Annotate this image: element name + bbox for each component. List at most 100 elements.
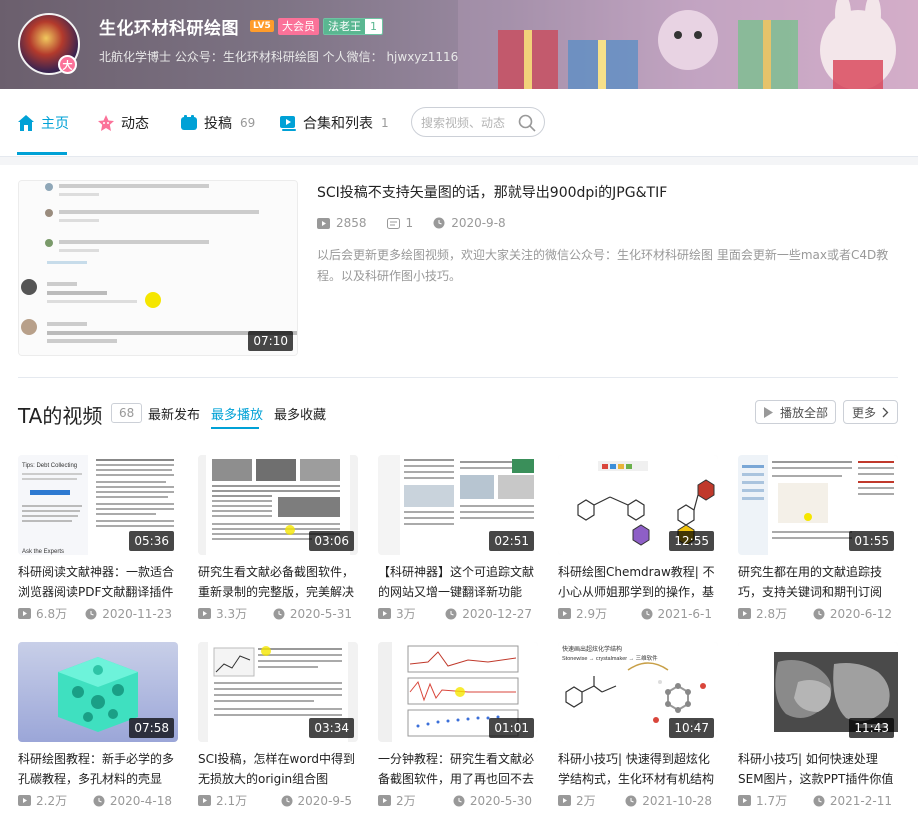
video-title[interactable]: 科研小技巧| 如何快速处理SEM图片，这款PPT插件你值: [738, 749, 898, 789]
play-count: 3万: [378, 605, 416, 622]
video-title[interactable]: 科研阅读文献神器：一款适合浏览器阅读PDF文献翻译插件: [18, 562, 178, 602]
profile-nav: 主页 动态 投稿 69 合集和列表 1 搜索视频、动态: [0, 89, 918, 157]
search-input[interactable]: 搜索视频、动态: [421, 114, 505, 131]
video-thumbnail[interactable]: 03:34: [198, 642, 358, 742]
video-title[interactable]: 科研小技巧| 快速得到超炫化学结构式，生化环材有机结构: [558, 749, 718, 789]
play-all-button[interactable]: 播放全部: [755, 400, 836, 424]
play-icon: [198, 795, 211, 806]
tab-upload-count: 69: [240, 116, 256, 130]
order-most-played[interactable]: 最多播放: [211, 404, 263, 423]
video-duration: 02:51: [489, 531, 534, 551]
video-thumbnail[interactable]: Tips: Debt Collecting Ask the Experts 05…: [18, 455, 178, 555]
thumb-heading: Tips: Debt Collecting: [22, 463, 77, 469]
medal-level: 1: [365, 19, 382, 34]
clock-icon: [273, 608, 285, 619]
video-thumbnail[interactable]: 快速画出超炫化学结构 Stonewise → crystalmaker → 三维…: [558, 642, 718, 742]
video-title[interactable]: 一分钟教程：研究生看文献必备截图软件，用了再也回不去: [378, 749, 538, 789]
publish-date: 2020-5-30: [453, 792, 532, 809]
banner-illustration: [458, 0, 918, 89]
play-count-value: 3万: [396, 607, 416, 621]
order-newest[interactable]: 最新发布: [148, 404, 200, 423]
publish-date-value: 2020-6-12: [829, 606, 892, 621]
video-meta: 2.2万 2020-4-18: [18, 792, 178, 809]
divider-line: [18, 377, 898, 378]
play-count: 2.8万: [738, 605, 787, 622]
publish-date-value: 2020-9-8: [451, 216, 506, 230]
clock-icon: [281, 795, 293, 806]
video-title[interactable]: 科研绘图Chemdraw教程| 不小心从师姐那学到的操作，基: [558, 562, 718, 602]
play-count: 2.1万: [198, 792, 247, 809]
video-thumbnail[interactable]: 12:55: [558, 455, 718, 555]
video-thumbnail[interactable]: 01:55: [738, 455, 898, 555]
featured-video-title[interactable]: SCI投稿不支持矢量图的话，那就导出900dpi的JPG&TIF: [317, 182, 667, 202]
video-meta: 3万 2020-12-27: [378, 605, 538, 622]
dynamic-icon: [98, 115, 114, 131]
publish-date: 2020-12-27: [445, 605, 532, 622]
thumb-line2: Stonewise → crystalmaker → 三维软件: [562, 654, 658, 662]
thumb-line1: 快速画出超炫化学结构: [562, 645, 622, 653]
play-count-value: 1.7万: [756, 794, 788, 808]
video-thumbnail[interactable]: 11:43: [738, 642, 898, 742]
video-title[interactable]: 【科研神器】这个可追踪文献的网站又增一键翻译新功能: [378, 562, 538, 602]
video-thumbnail[interactable]: 03:06: [198, 455, 358, 555]
tab-collection[interactable]: 合集和列表 1: [279, 113, 389, 133]
search-icon[interactable]: [517, 113, 537, 133]
publish-date: 2020-4-18: [93, 792, 172, 809]
tab-upload[interactable]: 投稿 69: [180, 113, 255, 133]
tab-dynamic-label: 动态: [121, 116, 149, 132]
video-title[interactable]: 研究生都在用的文献追踪技巧，支持关键词和期刊订阅: [738, 562, 898, 602]
video-title[interactable]: SCI投稿，怎样在word中得到无损放大的origin组合图: [198, 749, 358, 789]
video-thumbnail[interactable]: 02:51: [378, 455, 538, 555]
play-icon: [558, 608, 571, 619]
more-button[interactable]: 更多: [843, 400, 898, 424]
play-icon: [317, 217, 330, 229]
play-count: 2.2万: [18, 792, 67, 809]
active-tab-indicator: [17, 152, 67, 155]
thumb-footer: Ask the Experts: [22, 549, 64, 555]
video-duration: 10:47: [669, 718, 714, 738]
play-icon: [378, 608, 391, 619]
publish-date: 2020-9-8: [433, 216, 506, 230]
play-count-value: 2858: [336, 216, 367, 230]
clock-icon: [813, 795, 825, 806]
upload-icon: [181, 115, 197, 130]
video-meta: 6.8万 2020-11-23: [18, 605, 178, 622]
search-box[interactable]: 搜索视频、动态: [411, 107, 545, 137]
publish-date-value: 2021-2-11: [829, 793, 892, 808]
video-title[interactable]: 研究生看文献必备截图软件，重新录制的完整版，完美解决: [198, 562, 358, 602]
play-icon: [198, 608, 211, 619]
play-count: 2858: [317, 216, 367, 230]
clock-icon: [625, 795, 637, 806]
fan-medal[interactable]: 法老王 1: [323, 18, 383, 35]
tab-home[interactable]: 主页: [17, 113, 69, 133]
play-count: 2万: [558, 792, 596, 809]
publish-date: 2021-6-1: [641, 605, 712, 622]
publish-date-value: 2020-11-23: [102, 606, 172, 621]
play-count-value: 6.8万: [36, 607, 68, 621]
video-thumbnail[interactable]: 01:01: [378, 642, 538, 742]
videos-section-title: TA的视频: [18, 404, 103, 428]
play-count-value: 2.1万: [216, 794, 248, 808]
order-most-favorited[interactable]: 最多收藏: [274, 404, 326, 423]
clock-icon: [641, 608, 653, 619]
comment-screenshot-image: [19, 181, 297, 355]
featured-video-thumbnail[interactable]: 07:10: [18, 180, 298, 356]
clock-icon: [93, 795, 105, 806]
play-count-value: 2万: [396, 794, 416, 808]
more-label: 更多: [851, 405, 876, 420]
publish-date: 2020-9-5: [281, 792, 352, 809]
video-duration: 07:10: [248, 331, 293, 351]
video-meta: 2.8万 2020-6-12: [738, 605, 898, 622]
tab-dynamic[interactable]: 动态: [97, 113, 149, 133]
video-duration: 03:34: [309, 718, 354, 738]
video-thumbnail[interactable]: 07:58: [18, 642, 178, 742]
video-title[interactable]: 科研绘图教程：新手必学的多孔碳教程，多孔材料的壳显: [18, 749, 178, 789]
play-count: 2万: [378, 792, 416, 809]
vip-badge[interactable]: 大会员: [278, 18, 319, 35]
play-count-value: 2.8万: [756, 607, 788, 621]
video-meta: 2万 2020-5-30: [378, 792, 538, 809]
play-icon: [738, 795, 751, 806]
video-duration: 11:43: [849, 718, 894, 738]
play-count: 2.9万: [558, 605, 607, 622]
video-duration: 01:01: [489, 718, 534, 738]
